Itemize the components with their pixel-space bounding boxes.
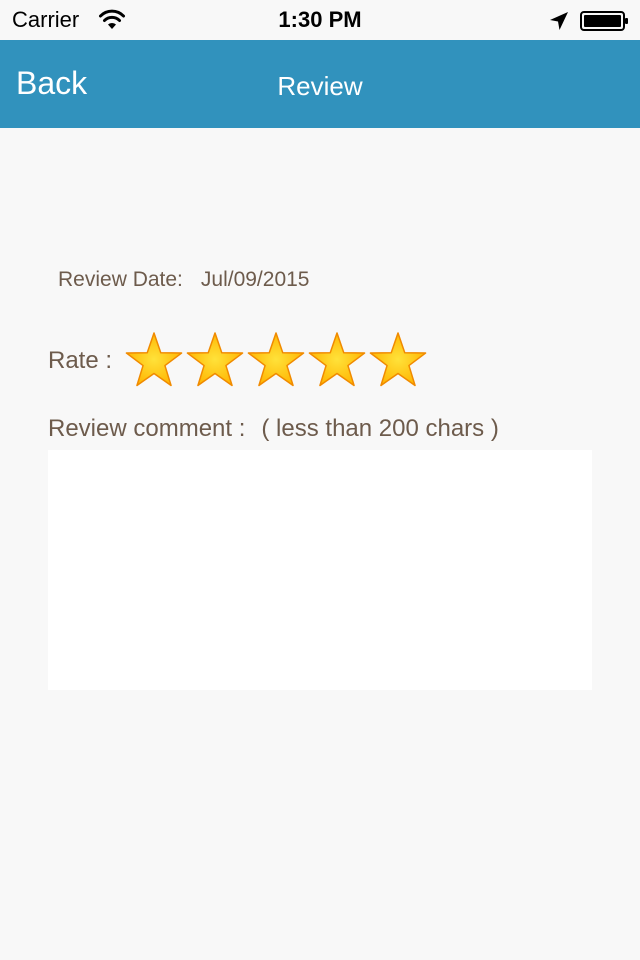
review-comment-input[interactable] bbox=[48, 450, 592, 690]
rate-row: Rate : bbox=[48, 328, 429, 394]
review-date-label: Review Date: bbox=[58, 268, 183, 291]
star-rating[interactable] bbox=[124, 330, 429, 392]
review-date-row: Review Date: Jul/09/2015 bbox=[58, 266, 309, 294]
status-time: 1:30 PM bbox=[278, 7, 362, 32]
review-form: Review Date: Jul/09/2015 Rate : Review co… bbox=[0, 128, 640, 960]
star-icon[interactable] bbox=[246, 330, 306, 392]
review-comment-hint: ( less than 200 chars ) bbox=[261, 415, 499, 442]
star-icon[interactable] bbox=[368, 330, 428, 392]
rate-label: Rate : bbox=[48, 347, 113, 374]
status-bar: Carrier 1:30 PM bbox=[0, 0, 640, 40]
star-icon[interactable] bbox=[307, 330, 367, 392]
review-comment-label-row: Review comment : ( less than 200 chars ) bbox=[48, 413, 499, 445]
battery-icon bbox=[580, 11, 628, 31]
review-date-value: Jul/09/2015 bbox=[200, 268, 310, 291]
page-title: Review bbox=[277, 71, 363, 101]
location-arrow-icon bbox=[550, 12, 568, 30]
star-icon[interactable] bbox=[185, 330, 245, 392]
star-icon[interactable] bbox=[124, 330, 184, 392]
navigation-bar: Back Review bbox=[0, 40, 640, 128]
review-comment-label: Review comment : bbox=[48, 415, 246, 442]
